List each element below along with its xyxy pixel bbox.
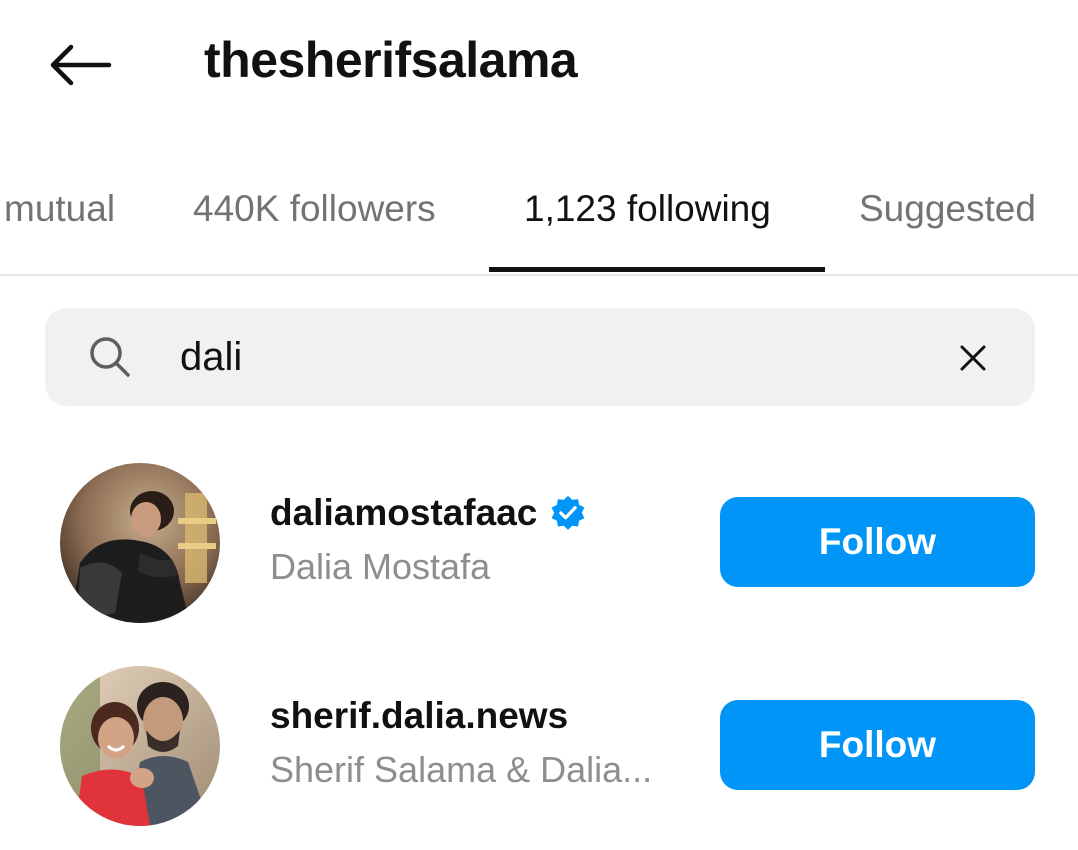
profile-photo <box>60 463 220 623</box>
tab-mutual[interactable]: mutual <box>4 186 115 232</box>
tab-suggested[interactable]: Suggested <box>859 186 1036 232</box>
active-tab-indicator <box>489 267 825 272</box>
search-icon <box>90 337 130 377</box>
tab-followers[interactable]: 440K followers <box>193 186 436 232</box>
avatar[interactable] <box>60 666 220 826</box>
avatar[interactable] <box>60 463 220 623</box>
list-item[interactable]: daliamostafaac Dalia Mostafa Follow <box>0 460 1078 630</box>
profile-username-title: thesherifsalama <box>204 32 578 88</box>
result-full-name: Sherif Salama & Dalia... <box>270 749 653 790</box>
clear-search-button[interactable] <box>953 338 993 378</box>
top-bar: thesherifsalama <box>0 0 1078 120</box>
follow-button[interactable]: Follow <box>720 700 1035 790</box>
search-input[interactable] <box>180 328 940 386</box>
list-item[interactable]: sherif.dalia.news Sherif Salama & Dalia.… <box>0 663 1078 833</box>
back-button[interactable] <box>40 30 120 100</box>
follow-button[interactable]: Follow <box>720 497 1035 587</box>
verified-badge-icon <box>552 495 585 530</box>
search-bar[interactable] <box>45 308 1035 406</box>
result-full-name: Dalia Mostafa <box>270 546 491 587</box>
close-icon <box>960 345 986 371</box>
profile-photo <box>60 666 220 826</box>
username-text: sherif.dalia.news <box>270 695 569 736</box>
arrow-left-icon <box>50 44 112 86</box>
result-username[interactable]: daliamostafaac <box>270 490 587 536</box>
username-text: daliamostafaac <box>270 492 538 533</box>
follow-tabs: mutual 440K followers 1,123 following Su… <box>0 160 1078 276</box>
tab-following[interactable]: 1,123 following <box>524 186 771 232</box>
result-username[interactable]: sherif.dalia.news <box>270 693 568 739</box>
